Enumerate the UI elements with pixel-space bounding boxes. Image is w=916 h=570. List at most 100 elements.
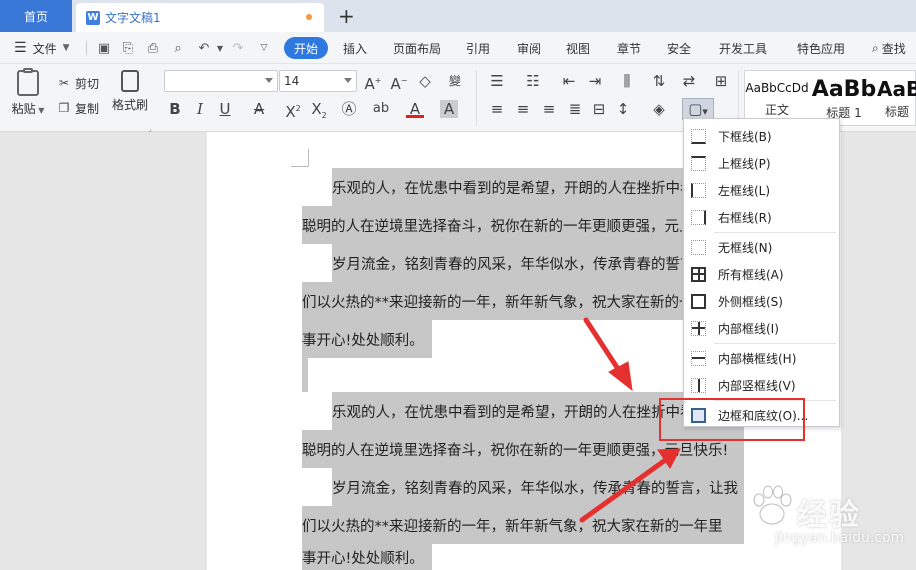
search-button[interactable]: ⌕ 查找 [872,32,906,64]
menu-item-no-border[interactable]: 无框线(N) [684,234,839,260]
borders-dropdown-button[interactable]: ▢▼ [682,98,714,120]
distributed-icon[interactable]: ⊟ [590,100,608,118]
decrease-indent-icon[interactable]: ⇤ [560,72,578,90]
search-icon: ⌕ [872,40,879,55]
border-right-icon [691,209,706,225]
menu-item-bottom-border[interactable]: 下框线(B) [684,123,839,149]
font-name-select[interactable] [164,70,278,92]
watermark-text: 经验 [797,498,861,533]
menu-item-inside-horizontal-border[interactable]: 内部横框线(H) [684,345,839,371]
menu-review[interactable]: 审阅 [517,32,541,64]
align-center-icon[interactable]: ≡ [514,100,532,118]
font-size-select[interactable]: 14 [279,70,357,92]
menu-page-layout[interactable]: 页面布局 [393,32,441,64]
cut-button[interactable]: ✂ 剪切 [57,74,99,92]
line-spacing-icon[interactable]: ↕ [614,100,632,118]
menu-start[interactable]: 开始 [284,37,329,59]
search-label: 查找 [881,41,906,56]
highlight-icon[interactable]: ab [372,100,390,118]
underline-icon[interactable]: U [216,100,234,118]
numbered-list-icon[interactable]: ☷ [524,72,542,90]
increase-indent-icon[interactable]: ⇥ [586,72,604,90]
style-heading-1-sample: AaBb [811,77,877,102]
menu-sections[interactable]: 章节 [617,32,641,64]
new-tab-button[interactable]: + [338,4,355,28]
menu-item-label: 右框线(R) [718,210,772,225]
align-left-icon[interactable]: ≡ [488,100,506,118]
format-painter-button[interactable]: 格式刷 [110,70,150,113]
customize-toolbar-icon[interactable]: ▽ [256,40,272,56]
unsaved-dot-icon [306,14,312,20]
bold-icon[interactable]: B [166,100,184,118]
menu-view[interactable]: 视图 [566,32,590,64]
text-effect-icon[interactable]: Ⓐ [340,100,358,118]
bullet-list-icon[interactable]: ☰ [488,72,506,90]
hamburger-icon: ☰ [14,40,27,56]
table-icon[interactable]: ⊞ [712,72,730,90]
menu-item-right-border[interactable]: 右框线(R) [684,204,839,230]
border-bottom-icon [691,128,706,144]
font-color-icon[interactable]: A [406,100,424,118]
copy-label: 复制 [75,101,100,116]
style-normal-name: 正文 [764,103,789,117]
subscript-icon[interactable]: X2 [310,100,328,120]
italic-icon[interactable]: I [191,100,209,118]
highlight-box [659,398,805,441]
border-inside-vertical-icon [691,377,706,393]
format-painter-icon [121,70,139,92]
show-marks-icon[interactable]: ⇄ [680,72,698,90]
chevron-down-icon [344,78,352,83]
undo-icon[interactable]: ↶ [196,40,212,56]
menu-special-apps[interactable]: 特色应用 [797,32,845,64]
superscript-icon[interactable]: X2 [284,100,302,121]
undo-dropdown-icon[interactable]: ▼ [212,40,228,56]
menu-item-inside-vertical-border[interactable]: 内部竖框线(V) [684,372,839,398]
save-icon[interactable]: ▣ [96,40,112,56]
char-shading-icon[interactable]: A [440,100,458,118]
borders-dropdown-menu: 下框线(B) 上框线(P) 左框线(L) 右框线(R) 无框线(N) 所有框线(… [683,118,840,427]
menu-references[interactable]: 引用 [466,32,490,64]
menu-insert[interactable]: 插入 [343,32,367,64]
style-normal-sample: AaBbCcDd [745,81,809,95]
menu-item-top-border[interactable]: 上框线(P) [684,150,839,176]
shrink-font-icon[interactable]: A− [390,72,408,93]
document-tab[interactable]: W 文字文稿1 [76,3,324,32]
menu-item-all-borders[interactable]: 所有框线(A) [684,261,839,287]
shading-fill-icon[interactable]: ◈ [650,100,668,118]
style-heading[interactable]: AaB 标题 [877,71,916,125]
menu-item-outside-borders[interactable]: 外侧框线(S) [684,288,839,314]
strikethrough-icon[interactable]: A [250,100,268,118]
clear-format-icon[interactable]: ◇ [416,72,434,90]
print-icon[interactable]: ⎙ [145,40,161,56]
align-right-icon[interactable]: ≡ [540,100,558,118]
border-all-icon [691,266,706,282]
doc-line: 聪明的人在逆境里选择奋斗，祝你在新的一年更顺更强，元旦快乐! [302,443,729,459]
home-tab[interactable]: 首页 [0,0,72,32]
border-outside-icon [691,293,706,309]
menu-item-label: 下框线(B) [718,129,772,144]
chinese-layout-icon[interactable]: ⫼ [618,72,636,90]
file-menu[interactable]: ☰ 文件 ▼ [14,32,70,64]
justify-icon[interactable]: ≣ [566,100,584,118]
menu-item-left-border[interactable]: 左框线(L) [684,177,839,203]
menu-item-inside-borders[interactable]: 内部框线(I) [684,315,839,341]
sort-icon[interactable]: ⇅ [650,72,668,90]
style-heading-1[interactable]: AaBb 标题 1 [811,71,877,125]
redo-icon[interactable]: ↷ [230,40,246,56]
doc-line: 们以火热的**来迎接新的一年，新年新气象，祝大家在新的一年里 [302,519,723,535]
doc-line: 乐观的人，在忧患中看到的是希望，开朗的人在挫折中看到 [332,181,682,197]
style-heading-sample: AaB [877,77,916,101]
style-normal[interactable]: AaBbCcDd 正文 [745,71,809,125]
menu-security[interactable]: 安全 [667,32,691,64]
print-preview-icon[interactable]: ⌕ [170,40,186,56]
menu-item-label: 内部框线(I) [718,321,779,336]
paste-button[interactable]: 粘贴 ▼ [8,68,48,117]
menu-developer-tools[interactable]: 开发工具 [719,32,767,64]
grow-font-icon[interactable]: A+ [364,72,382,93]
copy-button[interactable]: ❐ 复制 [57,99,99,117]
phonetic-guide-icon[interactable]: 變 [446,72,464,90]
export-pdf-icon[interactable]: ⎘ [120,40,136,56]
scissors-icon: ✂ [58,76,70,90]
border-left-icon [691,182,706,198]
cut-label: 剪切 [75,76,100,91]
